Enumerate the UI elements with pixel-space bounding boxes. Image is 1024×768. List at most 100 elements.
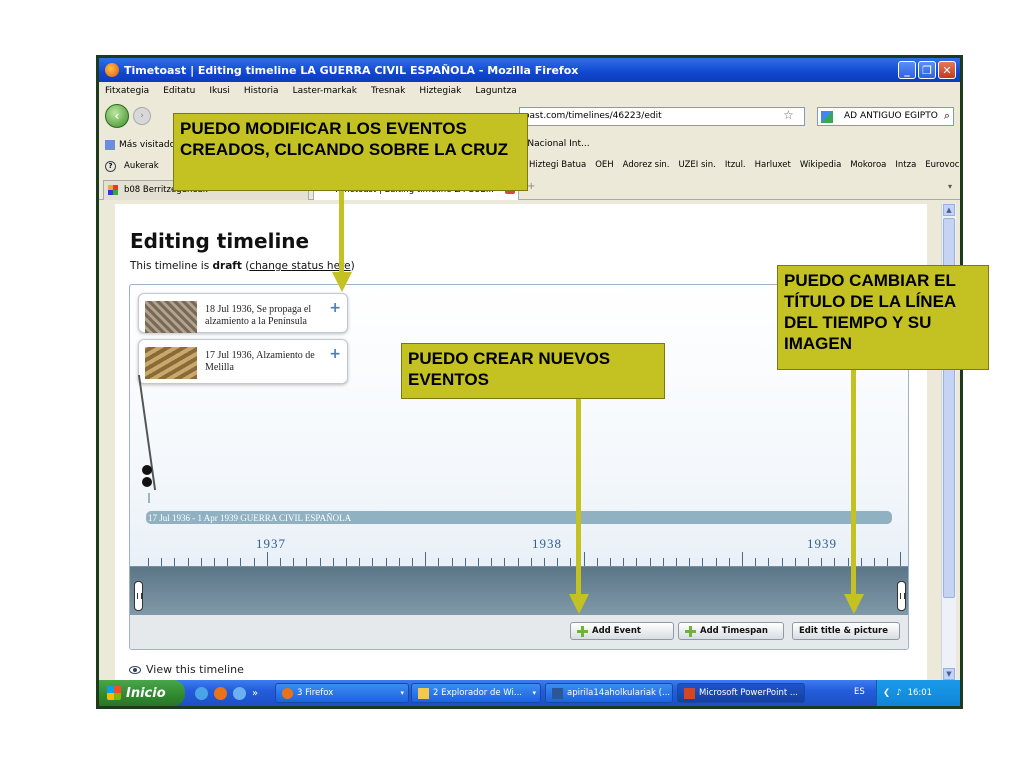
menu-laguntza[interactable]: Laguntza <box>475 86 516 96</box>
more-icon[interactable]: » <box>252 688 258 699</box>
ruler-tick <box>517 558 519 566</box>
ruler-tick <box>293 558 295 566</box>
event-marker[interactable] <box>142 477 152 487</box>
task-powerpoint[interactable]: Microsoft PowerPoint ... <box>677 683 805 703</box>
ruler-tick <box>332 558 334 566</box>
minimize-button[interactable]: _ <box>898 61 916 79</box>
help-icon[interactable]: ? <box>105 160 116 172</box>
scroll-down-icon[interactable]: ▼ <box>943 668 955 680</box>
link-item[interactable]: UZEI sin. <box>679 160 716 170</box>
ruler-tick <box>544 558 545 566</box>
ruler-tick <box>346 558 347 566</box>
ruler-tick <box>464 558 466 566</box>
task-label: 2 Explorador de Wi... <box>433 688 522 698</box>
google-icon <box>821 111 833 123</box>
callout-arrow-head <box>569 594 589 614</box>
maximize-button[interactable]: ❐ <box>918 61 936 79</box>
view-timeline-link[interactable]: View this timeline <box>129 663 244 676</box>
callout-arrow-head <box>844 594 864 614</box>
add-timespan-button[interactable]: Add Timespan <box>678 622 784 640</box>
link-item[interactable]: Itzul. <box>725 160 746 170</box>
ruler-tick <box>583 552 585 566</box>
marker-tick <box>148 493 150 503</box>
bookmark-most-visited[interactable]: Más visitado <box>119 140 175 150</box>
refresh-icon[interactable] <box>233 686 246 700</box>
menu-historia[interactable]: Historia <box>244 86 279 96</box>
ie-icon[interactable] <box>195 686 208 700</box>
search-input[interactable]: AD ANTIGUO EGIPTO ⌕ <box>817 107 954 126</box>
search-icon[interactable]: ⌕ <box>944 109 950 123</box>
bookmark-star-icon[interactable]: ☆ <box>783 108 794 122</box>
edit-title-picture-button[interactable]: Edit title & picture <box>792 622 900 640</box>
firefox-icon[interactable] <box>214 686 227 700</box>
ruler-tick <box>504 558 506 566</box>
year-label: 1938 <box>532 536 562 551</box>
ruler-tick <box>623 558 625 566</box>
link-item[interactable]: OEH <box>595 160 613 170</box>
event-card[interactable]: 17 Jul 1936, Alzamiento de Melilla + <box>138 339 348 384</box>
links-options[interactable]: Aukerak <box>124 161 159 171</box>
ruler-tick <box>280 558 281 566</box>
tab-list-icon[interactable]: ▾ <box>948 182 952 191</box>
speaker-icon[interactable]: ♪ <box>896 688 901 698</box>
view-timeline-label: View this timeline <box>146 663 244 676</box>
task-word[interactable]: apirila14aholkulariak (... <box>545 683 673 703</box>
ruler-tick <box>900 552 902 566</box>
clock: 16:01 <box>907 688 933 698</box>
bookmark-item[interactable]: o Nacional Int... <box>519 139 590 149</box>
link-item[interactable]: Wikipedia <box>800 160 841 170</box>
ruler-tick <box>240 558 242 566</box>
year-label: 1937 <box>256 536 286 551</box>
site-favicon-icon <box>108 185 118 195</box>
edit-event-plus-icon[interactable]: + <box>329 300 341 316</box>
windows-logo-icon <box>107 686 121 700</box>
windows-taskbar: Inicio » 3 Firefox ▾ 2 Explorador de Wi.… <box>99 680 960 706</box>
menu-tresnak[interactable]: Tresnak <box>371 86 405 96</box>
range-handle-right[interactable] <box>897 581 906 611</box>
ruler-tick <box>385 558 387 566</box>
edit-event-plus-icon[interactable]: + <box>329 346 341 362</box>
range-handle-left[interactable] <box>134 581 143 611</box>
new-tab-icon[interactable]: + <box>527 181 535 192</box>
menu-ikusi[interactable]: Ikusi <box>209 86 229 96</box>
status-line: This timeline is draft (change status he… <box>130 260 355 272</box>
status-prefix: This timeline is <box>130 260 213 272</box>
language-indicator[interactable]: ES <box>854 687 865 697</box>
ruler-tick <box>636 558 638 566</box>
link-item[interactable]: Harluxet <box>755 160 791 170</box>
add-event-button[interactable]: Add Event <box>570 622 674 640</box>
back-arrow-icon[interactable]: ‹ <box>105 104 129 128</box>
event-text: 17 Jul 1936, Alzamiento de Melilla <box>205 350 315 373</box>
task-label: Microsoft PowerPoint ... <box>699 688 798 698</box>
event-marker[interactable] <box>142 465 152 475</box>
year-label: 1939 <box>807 536 837 551</box>
ruler-tick <box>676 558 677 566</box>
menu-hiztegiak[interactable]: Hiztegiak <box>419 86 461 96</box>
link-item[interactable]: Hiztegi Batua <box>529 160 586 170</box>
event-card[interactable]: 18 Jul 1936, Se propaga el alzamiento a … <box>138 293 348 333</box>
timeline-ruler <box>130 552 908 567</box>
link-item[interactable]: Mokoroa <box>850 160 886 170</box>
close-button[interactable]: ✕ <box>938 61 956 79</box>
menu-editatu[interactable]: Editatu <box>163 86 195 96</box>
dropdown-icon: ▾ <box>532 689 536 697</box>
start-button[interactable]: Inicio <box>99 680 185 706</box>
link-item[interactable]: Eurovoc <box>925 160 959 170</box>
tray-arrow-icon[interactable]: ❮ <box>883 688 890 698</box>
menu-laster-markak[interactable]: Laster-markak <box>293 86 357 96</box>
link-item[interactable]: Intza <box>895 160 916 170</box>
callout-arrow <box>851 370 856 597</box>
task-explorer[interactable]: 2 Explorador de Wi... ▾ <box>411 683 541 703</box>
url-input[interactable]: oast.com/timelines/46223/edit <box>519 107 805 126</box>
task-firefox[interactable]: 3 Firefox ▾ <box>275 683 409 703</box>
timeline-band[interactable] <box>130 567 908 615</box>
ruler-tick <box>161 558 163 566</box>
scroll-up-icon[interactable]: ▲ <box>943 204 955 216</box>
timeline-actions: Add Event Add Timespan Edit title & pict… <box>130 615 908 649</box>
change-status-link[interactable]: change status here <box>249 260 350 272</box>
menu-bar: Fitxategia Editatu Ikusi Historia Laster… <box>99 82 960 100</box>
menu-fitxategia[interactable]: Fitxategia <box>105 86 149 96</box>
forward-arrow-icon[interactable]: › <box>133 107 151 125</box>
link-item[interactable]: Adorez sin. <box>623 160 670 170</box>
ruler-tick <box>570 558 572 566</box>
